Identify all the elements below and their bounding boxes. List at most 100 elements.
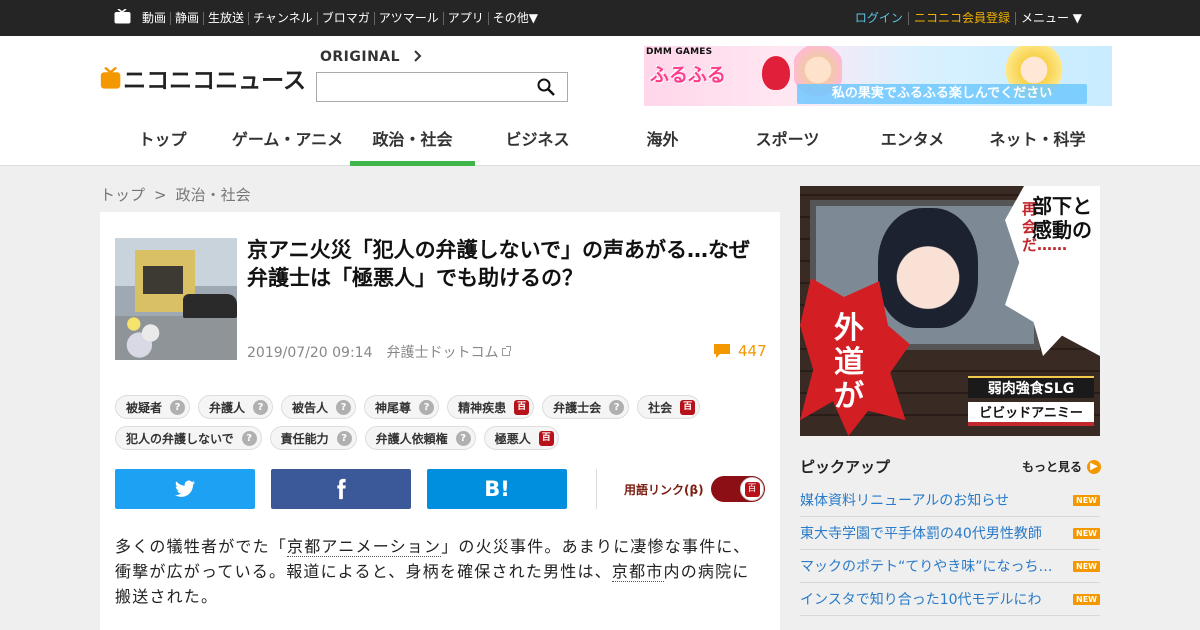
- tab-sports[interactable]: スポーツ: [725, 124, 850, 166]
- service-nav-blomaga[interactable]: ブロマガ: [316, 11, 374, 25]
- thumbnail-flowers: [117, 300, 173, 360]
- tag-chip[interactable]: 極悪人百: [483, 426, 559, 450]
- original-link[interactable]: ORIGINAL: [320, 49, 423, 65]
- tag-chip[interactable]: 精神疾患百: [447, 395, 535, 419]
- pickup-item-title[interactable]: 東大寺学園で平手体罰の40代男性教師: [800, 523, 1058, 543]
- question-icon[interactable]: ?: [419, 399, 435, 415]
- tab-overseas[interactable]: 海外: [600, 124, 725, 166]
- category-nav: トップ ゲーム・アニメ 政治・社会 ビジネス 海外 スポーツ エンタメ ネット・…: [100, 124, 1100, 166]
- menu-button[interactable]: メニュー ▼: [1014, 11, 1087, 25]
- term-link-toggle[interactable]: 百: [711, 476, 765, 502]
- ad-genre: 弱肉強食SLG: [968, 376, 1094, 398]
- thumbnail-car: [183, 294, 237, 318]
- chevron-right-icon: [414, 50, 422, 62]
- tag-chip[interactable]: 犯人の弁護しないで?: [115, 426, 262, 450]
- service-nav-other[interactable]: その他▼: [487, 11, 542, 25]
- tag-label: 弁護人依頼権: [375, 431, 448, 446]
- ad-burst-text: 外道が: [834, 311, 864, 414]
- article-body: 多くの犠牲者がでた「京都アニメーション」の火災事件。あまりに凄惨な事件に、衝撃が…: [115, 534, 755, 609]
- global-topbar: 動画 静画 生放送 チャンネル ブロマガ アツマール アプリ その他▼ ログイン…: [0, 0, 1200, 36]
- service-nav-app[interactable]: アプリ: [442, 11, 488, 25]
- breadcrumb: トップ > 政治・社会: [100, 184, 251, 205]
- facebook-share-button[interactable]: [271, 469, 411, 509]
- service-nav-live[interactable]: 生放送: [203, 11, 248, 25]
- question-icon[interactable]: ?: [253, 399, 269, 415]
- pickup-item-title[interactable]: マックのポテト“てりやき味”になっちゃう: [800, 556, 1058, 576]
- tab-net-science[interactable]: ネット・科学: [975, 124, 1100, 166]
- service-nav-channel[interactable]: チャンネル: [248, 11, 317, 25]
- pickup-item[interactable]: インスタで知り合った10代モデルにわ NEW: [800, 583, 1100, 616]
- twitter-share-button[interactable]: [115, 469, 255, 509]
- tab-business[interactable]: ビジネス: [475, 124, 600, 166]
- term-link-kyoto-city[interactable]: 京都市: [611, 562, 664, 582]
- dic-icon[interactable]: 百: [538, 430, 554, 446]
- new-badge: NEW: [1073, 593, 1100, 605]
- tab-politics-society[interactable]: 政治・社会: [350, 124, 475, 166]
- search-icon[interactable]: [537, 78, 555, 96]
- share-divider: [596, 469, 597, 509]
- question-icon[interactable]: ?: [336, 399, 352, 415]
- tag-chip[interactable]: 弁護士会?: [542, 395, 630, 419]
- tag-chip[interactable]: 被告人?: [281, 395, 357, 419]
- pickup-item[interactable]: マックのポテト“てりやき味”になっちゃう NEW: [800, 550, 1100, 583]
- pickup-item-title[interactable]: 媒体資料リニューアルのお知らせ: [800, 490, 1058, 510]
- tag-label: 被告人: [292, 400, 329, 415]
- tab-game-anime[interactable]: ゲーム・アニメ: [225, 124, 350, 166]
- breadcrumb-home[interactable]: トップ: [100, 186, 145, 204]
- niconico-tv-icon[interactable]: [114, 9, 131, 24]
- pickup-item-title[interactable]: インスタで知り合った10代モデルにわ: [800, 589, 1058, 609]
- comment-icon: [714, 344, 730, 358]
- login-link[interactable]: ログイン: [850, 11, 908, 25]
- service-nav: 動画 静画 生放送 チャンネル ブロマガ アツマール アプリ その他▼: [138, 0, 542, 36]
- banner-catchcopy: 私の果実でふるふる楽しんでください: [797, 84, 1087, 104]
- more-label: もっと見る: [1022, 460, 1083, 474]
- dic-icon[interactable]: 百: [680, 399, 696, 415]
- tag-chip[interactable]: 弁護人依頼権?: [364, 426, 476, 450]
- twitter-bird-icon: [174, 480, 196, 497]
- tab-top[interactable]: トップ: [100, 124, 225, 166]
- service-nav-atsumaru[interactable]: アツマール: [373, 11, 443, 25]
- new-badge: NEW: [1073, 560, 1100, 572]
- comment-count: 447: [738, 342, 767, 360]
- service-nav-douga[interactable]: 動画: [138, 11, 170, 25]
- dic-icon[interactable]: 百: [514, 399, 530, 415]
- tab-entertainment[interactable]: エンタメ: [850, 124, 975, 166]
- external-link-icon: [501, 346, 511, 356]
- niconico-logo-icon: [100, 67, 121, 89]
- register-link[interactable]: ニコニコ会員登録: [907, 11, 1015, 25]
- question-icon[interactable]: ?: [336, 430, 352, 446]
- site-logo[interactable]: ニコニコニュース: [100, 62, 306, 94]
- pickup-item[interactable]: 東大寺学園で平手体罰の40代男性教師 NEW: [800, 517, 1100, 550]
- article-datetime: 2019/07/20 09:14: [247, 345, 373, 361]
- tag-label: 社会: [648, 400, 673, 415]
- facebook-f-icon: [337, 478, 346, 500]
- new-badge: NEW: [1073, 494, 1100, 506]
- pickup-more-link[interactable]: もっと見る ▶: [1022, 458, 1102, 475]
- sidebar-ad-banner[interactable]: 再会だ…… 部下と感動の 外道が 弱肉強食SLG ビビッドアニミー: [800, 186, 1100, 436]
- question-icon[interactable]: ?: [241, 430, 257, 446]
- strawberry-illustration: [762, 56, 790, 90]
- article-thumbnail: [115, 238, 237, 360]
- term-link-kyoani[interactable]: 京都アニメーション: [287, 537, 442, 557]
- question-icon[interactable]: ?: [455, 430, 471, 446]
- tag-chip[interactable]: 弁護人?: [198, 395, 274, 419]
- tag-label: 被疑者: [126, 400, 163, 415]
- breadcrumb-current[interactable]: 政治・社会: [176, 186, 251, 204]
- comment-count-link[interactable]: 447: [714, 342, 767, 360]
- question-icon[interactable]: ?: [170, 399, 186, 415]
- article-source: 弁護士ドットコム: [386, 345, 499, 361]
- pickup-item[interactable]: 媒体資料リニューアルのお知らせ NEW: [800, 484, 1100, 517]
- service-nav-seiga[interactable]: 静画: [170, 11, 203, 25]
- tag-chip[interactable]: 責任能力?: [269, 426, 357, 450]
- tag-chip[interactable]: 被疑者?: [115, 395, 191, 419]
- hatena-bookmark-button[interactable]: B!: [427, 469, 567, 509]
- tag-chip[interactable]: 神尾尊?: [364, 395, 440, 419]
- article-source-link[interactable]: 弁護士ドットコム: [386, 345, 511, 361]
- tag-chip[interactable]: 社会百: [637, 395, 701, 419]
- tag-label: 極悪人: [494, 431, 531, 446]
- question-icon[interactable]: ?: [609, 399, 625, 415]
- ad-bubble-text: 部下と感動の: [1032, 194, 1092, 242]
- search-input[interactable]: [317, 73, 527, 101]
- header-ad-banner[interactable]: DMM GAMES ふるふる 私の果実でふるふる楽しんでください: [644, 46, 1112, 106]
- breadcrumb-separator: >: [154, 186, 167, 204]
